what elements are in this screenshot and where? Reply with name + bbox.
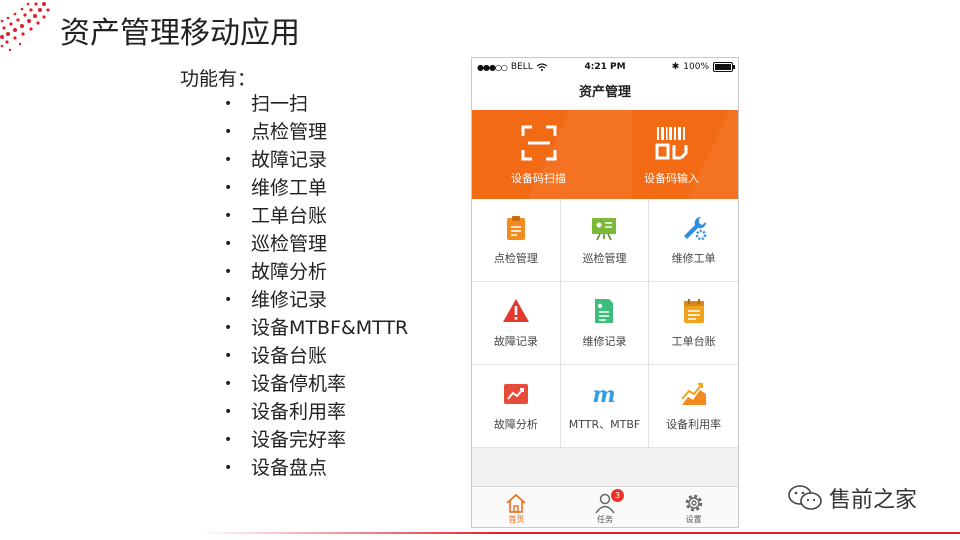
grid-item-label: 故障分析	[493, 418, 538, 431]
tab-home[interactable]: 首页	[472, 487, 561, 527]
tab-label: 首页	[508, 515, 525, 524]
feature-item: 设备利用率	[224, 398, 414, 426]
grid-item-mttr-mtbf[interactable]: m MTTR、MTBF	[560, 365, 650, 448]
features-list: 扫一扫 点检管理 故障记录 维修工单 工单台账 巡检管理 故障分析 维修记录 设…	[224, 90, 414, 482]
task-count-badge: 3	[611, 489, 624, 502]
grid-item-label: 故障记录	[493, 335, 538, 348]
bottom-divider	[200, 532, 960, 534]
bluetooth-icon: ✱	[671, 62, 680, 72]
tab-settings[interactable]: 设置	[649, 487, 738, 527]
carrier-label: BELL	[510, 62, 533, 72]
feature-item: 工单台账	[224, 202, 414, 230]
ledger-icon	[683, 299, 704, 323]
feature-grid: 点检管理 巡检管理 维修工单 故障记录 维修记录 工单台账 故障分析 m MTT…	[472, 199, 738, 448]
brand-watermark: 售前之家	[787, 482, 917, 514]
battery-percent: 100%	[683, 62, 709, 72]
svg-text:m: m	[593, 382, 616, 408]
feature-item: 维修工单	[224, 174, 414, 202]
grid-item-spot-check[interactable]: 点检管理	[472, 199, 561, 282]
feature-item: 巡检管理	[224, 230, 414, 258]
presentation-board-icon	[592, 218, 617, 241]
trend-chart-icon	[503, 384, 528, 404]
wifi-icon	[536, 63, 547, 71]
status-bar: ●●●○○ BELL 4:21 PM ✱ 100%	[472, 58, 738, 76]
barcode-icon	[655, 126, 687, 159]
phone-mockup: ●●●○○ BELL 4:21 PM ✱ 100% 资产管理 设备码扫描 设备码…	[471, 57, 739, 528]
grid-item-patrol-inspection[interactable]: 巡检管理	[560, 199, 650, 282]
tab-label: 任务	[597, 515, 613, 524]
gear-icon	[685, 494, 702, 512]
features-label: 功能有：	[180, 68, 257, 90]
feature-item: 设备盘点	[224, 454, 414, 482]
wechat-icon	[788, 485, 822, 510]
grid-item-order-ledger[interactable]: 工单台账	[649, 282, 738, 365]
hero-banner: 设备码扫描 设备码输入	[472, 110, 738, 199]
home-icon	[506, 493, 526, 513]
input-device-code-button[interactable]: 设备码输入	[605, 110, 738, 199]
grid-item-label: 维修工单	[671, 252, 716, 265]
feature-item: 故障分析	[224, 258, 414, 286]
grid-item-label: 点检管理	[493, 252, 538, 265]
clipboard-icon	[506, 216, 525, 240]
wrench-gear-icon	[683, 216, 706, 241]
feature-item: 设备停机率	[224, 370, 414, 398]
grid-item-label: 设备利用率	[666, 418, 722, 431]
tab-label: 设置	[685, 515, 702, 524]
grid-item-repair-order[interactable]: 维修工单	[649, 199, 738, 282]
tab-tasks[interactable]: 3 任务	[561, 487, 650, 527]
scan-device-code-button[interactable]: 设备码扫描	[472, 110, 605, 199]
tab-bar: 首页 3 任务 设置	[472, 486, 738, 527]
nav-title: 资产管理	[472, 76, 738, 110]
battery-icon	[713, 62, 735, 72]
feature-item: 故障记录	[224, 146, 414, 174]
grid-item-label: 巡检管理	[582, 252, 627, 265]
m-letter-icon: m	[593, 382, 616, 408]
decorative-dots-logo	[0, 2, 50, 52]
warning-triangle-icon	[502, 299, 529, 322]
grid-item-label: 工单台账	[671, 335, 716, 348]
feature-item: 设备MTBF&MTTR	[224, 314, 414, 342]
grid-item-label: MTTR、MTBF	[568, 418, 641, 431]
slide-title: 资产管理移动应用	[60, 16, 300, 51]
scan-frame-icon	[521, 125, 556, 160]
brand-name: 售前之家	[829, 488, 918, 513]
feature-item: 点检管理	[224, 118, 414, 146]
document-icon	[595, 299, 614, 323]
area-chart-icon	[680, 383, 706, 405]
feature-item: 扫一扫	[224, 90, 414, 118]
feature-item: 设备台账	[224, 342, 414, 370]
feature-item: 设备完好率	[224, 426, 414, 454]
hero-label: 设备码扫描	[511, 171, 566, 185]
grid-item-fault-analysis[interactable]: 故障分析	[472, 365, 561, 448]
feature-item: 维修记录	[224, 286, 414, 314]
grid-item-repair-record[interactable]: 维修记录	[560, 282, 650, 365]
hero-label: 设备码输入	[644, 171, 699, 185]
signal-icon: ●●●○○	[477, 62, 508, 72]
grid-item-utilization-rate[interactable]: 设备利用率	[649, 365, 738, 448]
grid-item-fault-record[interactable]: 故障记录	[472, 282, 561, 365]
grid-item-label: 维修记录	[582, 335, 627, 348]
